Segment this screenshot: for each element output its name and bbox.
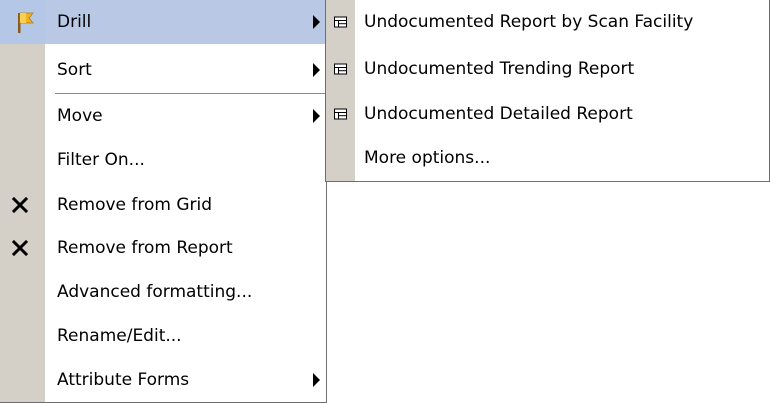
menu-item-remove-from-report[interactable]: Remove from Report: [0, 226, 326, 270]
menu-item-label: Filter On...: [57, 150, 145, 170]
menu-item-drill[interactable]: Drill: [0, 0, 326, 44]
drill-submenu: Undocumented Report by Scan Facility Und…: [325, 0, 770, 182]
x-icon: [11, 196, 29, 214]
menu-item-label: Rename/Edit...: [57, 326, 182, 346]
menu-item-remove-from-grid[interactable]: Remove from Grid: [0, 183, 326, 227]
menu-item-label: Attribute Forms: [57, 370, 190, 390]
submenu-item-label: Undocumented Trending Report: [364, 59, 635, 79]
menu-item-advanced-formatting[interactable]: Advanced formatting...: [0, 270, 326, 314]
menu-item-rename-edit[interactable]: Rename/Edit...: [0, 314, 326, 358]
context-menu: Drill Sort Move Filter On... Remove from…: [0, 0, 327, 403]
menu-item-label: Sort: [57, 60, 92, 80]
menu-item-attribute-forms[interactable]: Attribute Forms: [0, 358, 326, 402]
submenu-item-label: Undocumented Report by Scan Facility: [364, 12, 694, 32]
menu-item-filter-on[interactable]: Filter On...: [0, 138, 326, 182]
submenu-arrow-icon: [313, 15, 320, 29]
menu-item-label: Remove from Report: [57, 238, 233, 258]
submenu-arrow-icon: [313, 63, 320, 77]
menu-item-label: Drill: [57, 12, 92, 32]
grid-report-icon: [334, 63, 347, 75]
submenu-arrow-icon: [313, 109, 320, 123]
submenu-item-label: Undocumented Detailed Report: [364, 104, 633, 124]
menu-item-label: Advanced formatting...: [57, 282, 253, 302]
submenu-item-more-options[interactable]: More options...: [326, 136, 769, 180]
submenu-item-report-by-scan-facility[interactable]: Undocumented Report by Scan Facility: [326, 0, 769, 44]
submenu-item-trending-report[interactable]: Undocumented Trending Report: [326, 47, 769, 91]
drill-flag-icon: [18, 12, 34, 33]
menu-item-move[interactable]: Move: [0, 94, 326, 138]
submenu-arrow-icon: [313, 373, 320, 387]
submenu-item-detailed-report[interactable]: Undocumented Detailed Report: [326, 92, 769, 136]
menu-item-label: Move: [57, 106, 103, 126]
submenu-item-label: More options...: [364, 148, 491, 168]
grid-report-icon: [334, 108, 347, 120]
x-icon: [11, 239, 29, 257]
menu-item-label: Remove from Grid: [57, 195, 213, 215]
grid-report-icon: [334, 16, 347, 28]
menu-item-sort[interactable]: Sort: [0, 48, 326, 92]
